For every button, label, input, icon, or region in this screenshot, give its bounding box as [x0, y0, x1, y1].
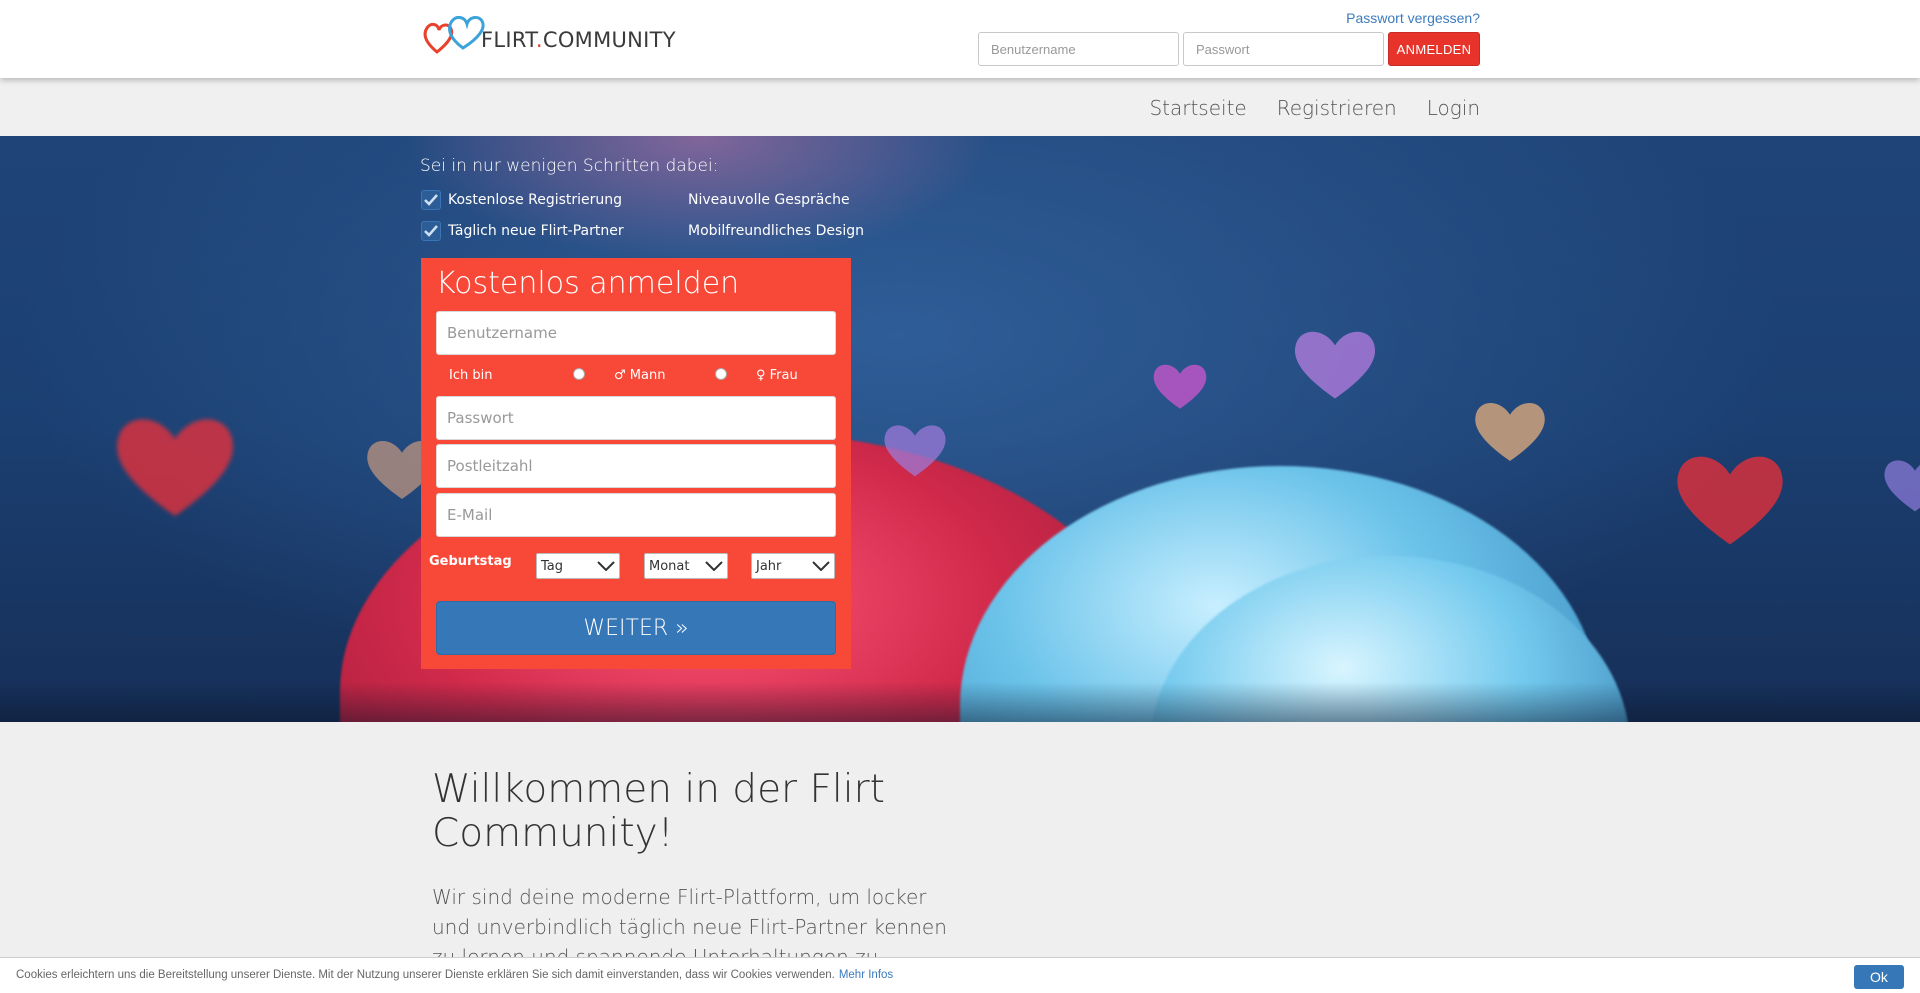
cookie-ok-button[interactable]: Ok [1854, 965, 1904, 989]
birthday-label: Geburtstag [429, 554, 512, 569]
nav-item-startseite[interactable]: Startseite [1149, 96, 1246, 120]
header-username-input[interactable] [978, 32, 1179, 66]
register-email-input[interactable] [436, 493, 836, 537]
feature-item: Täglich neue Flirt-Partner [421, 221, 624, 241]
register-password-input[interactable] [436, 396, 836, 440]
chevron-down-icon [812, 561, 830, 571]
chevron-down-icon [705, 561, 723, 571]
gender-selector: Ich bin ♂ Mann ♀ Frau [449, 365, 839, 387]
birthday-year-select[interactable]: Jahr [751, 553, 835, 579]
hero-banner [0, 136, 1920, 722]
feature-label: Täglich neue Flirt-Partner [448, 223, 624, 239]
birthday-month-select[interactable]: Monat [644, 553, 728, 579]
gender-female-radio[interactable] [715, 368, 727, 380]
register-username-input[interactable] [436, 311, 836, 355]
forgot-password-link[interactable]: Passwort vergessen? [1346, 10, 1480, 26]
cookie-notice-text: Cookies erleichtern uns die Bereitstellu… [16, 969, 835, 981]
heart-decoration-icon [1677, 456, 1783, 545]
gender-label: Ich bin [449, 368, 493, 383]
feature-item: Mobilfreundliches Design [661, 221, 864, 241]
header-login-button[interactable]: ANMELDEN [1388, 32, 1480, 66]
heart-decoration-icon [1884, 460, 1920, 512]
hero-bottom-shade [0, 682, 1920, 722]
registration-form: Kostenlos anmelden Ich bin ♂ Mann ♀ Frau… [421, 258, 851, 669]
gender-male-label[interactable]: ♂ Mann [614, 368, 665, 383]
feature-item: Niveauvolle Gespräche [661, 190, 850, 210]
gender-male-radio[interactable] [573, 368, 585, 380]
feature-item: Kostenlose Registrierung [421, 190, 622, 210]
birthday-day-select[interactable]: Tag [536, 553, 620, 579]
checkmark-icon [421, 221, 441, 241]
registration-title: Kostenlos anmelden [436, 266, 740, 301]
register-zip-input[interactable] [436, 444, 836, 488]
nav-item-registrieren[interactable]: Registrieren [1277, 96, 1397, 120]
cookie-banner: Cookies erleichtern uns die Bereitstellu… [0, 957, 1920, 993]
main-nav: Startseite Registrieren Login [0, 78, 1920, 136]
day-select-value: Tag [541, 558, 564, 574]
site-header: FLIRT.COMMUNITY Passwort vergessen? ANME… [0, 0, 1920, 78]
heart-decoration-icon [884, 425, 946, 477]
feature-label: Mobilfreundliches Design [688, 223, 864, 239]
register-next-button[interactable]: WEITER » [436, 601, 836, 655]
month-select-value: Monat [649, 558, 690, 574]
checkmark-icon [421, 190, 441, 210]
checkmark-icon [661, 190, 681, 210]
site-logo[interactable]: FLIRT.COMMUNITY [423, 12, 676, 56]
gender-female-label[interactable]: ♀ Frau [756, 368, 798, 383]
nav-item-login[interactable]: Login [1427, 96, 1480, 120]
welcome-heading: Willkommen in der Flirt Community! [432, 767, 885, 856]
heart-decoration-icon [1294, 331, 1376, 399]
join-intro-text: Sei in nur wenigen Schritten dabei: [420, 156, 719, 176]
cookie-more-info-link[interactable]: Mehr Infos [839, 969, 893, 981]
chevron-down-icon [597, 561, 615, 571]
year-select-value: Jahr [756, 558, 782, 574]
hearts-logo-icon [423, 15, 485, 54]
logo-wordmark: FLIRT.COMMUNITY [481, 28, 676, 52]
feature-label: Niveauvolle Gespräche [688, 192, 850, 208]
checkmark-icon [661, 221, 681, 241]
heart-decoration-icon [1475, 403, 1545, 461]
feature-label: Kostenlose Registrierung [448, 192, 623, 208]
heart-decoration-icon [1153, 364, 1207, 409]
header-password-input[interactable] [1183, 32, 1384, 66]
cookie-text-wrap: Cookies erleichtern uns die Bereitstellu… [16, 969, 893, 981]
heart-decoration-icon [117, 419, 233, 516]
